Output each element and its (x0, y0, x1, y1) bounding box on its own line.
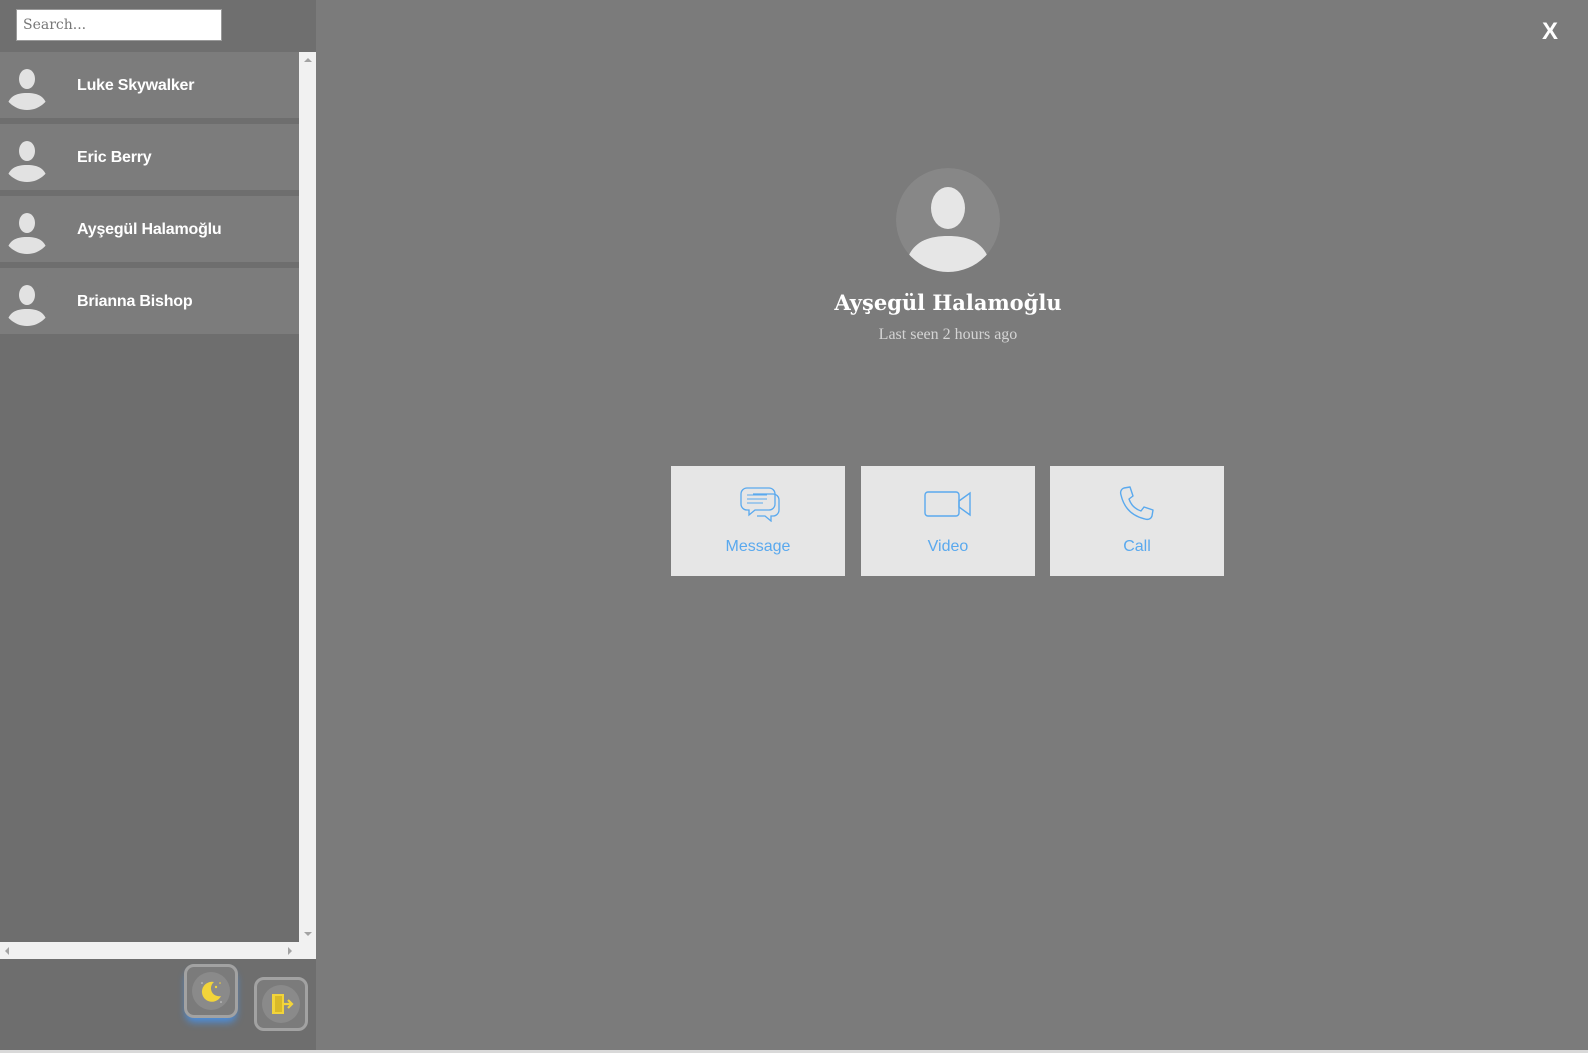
video-button-label: Video (927, 538, 969, 555)
avatar-icon (2, 60, 52, 110)
logout-button[interactable] (254, 977, 308, 1031)
theme-toggle-button[interactable] (184, 964, 238, 1018)
contact-list: Luke Skywalker Eric Berry Ayşegül Halamo… (0, 52, 303, 942)
theme-button-face (192, 972, 230, 1010)
message-button-label: Message (725, 538, 791, 555)
logout-button-face (262, 985, 300, 1023)
scroll-left-arrow-icon[interactable] (5, 947, 9, 955)
sidebar: Luke Skywalker Eric Berry (0, 0, 320, 1050)
contact-name: Luke Skywalker (77, 77, 195, 94)
profile-name: Ayşegül Halamoğlu (834, 290, 1062, 315)
message-button[interactable]: Message (671, 466, 845, 576)
phone-icon (1119, 486, 1154, 521)
contact-name: Brianna Bishop (77, 293, 193, 310)
contact-item[interactable]: Brianna Bishop (0, 268, 303, 334)
horizontal-scrollbar[interactable] (0, 942, 316, 959)
avatar-icon (2, 204, 52, 254)
profile-avatar-icon (896, 168, 1000, 272)
contact-detail-panel: X Ayşegül Halamoğlu Last seen 2 hours ag… (316, 0, 1588, 1050)
call-button[interactable]: Call (1050, 466, 1224, 576)
sidebar-footer (0, 959, 316, 1050)
contact-item[interactable]: Luke Skywalker (0, 52, 303, 118)
scroll-up-arrow-icon[interactable] (304, 58, 312, 62)
contact-name: Eric Berry (77, 149, 152, 166)
app-window: Luke Skywalker Eric Berry (0, 0, 1588, 1053)
profile-last-seen: Last seen 2 hours ago (878, 326, 1018, 343)
contact-item[interactable]: Eric Berry (0, 124, 303, 190)
search-bar (0, 0, 320, 52)
vertical-scrollbar[interactable] (299, 52, 316, 942)
scroll-down-arrow-icon[interactable] (304, 932, 312, 936)
search-input[interactable] (16, 9, 222, 41)
contact-item[interactable]: Ayşegül Halamoğlu (0, 196, 303, 262)
contact-name: Ayşegül Halamoğlu (77, 221, 222, 238)
close-button[interactable]: X (1542, 18, 1558, 46)
avatar-icon (2, 276, 52, 326)
call-button-label: Call (1123, 538, 1151, 555)
scroll-right-arrow-icon[interactable] (288, 947, 292, 955)
avatar-icon (2, 132, 52, 182)
moon-icon (201, 981, 222, 1003)
video-camera-icon (924, 491, 971, 517)
chat-bubbles-icon (740, 487, 780, 522)
video-button[interactable]: Video (861, 466, 1035, 576)
door-exit-icon (272, 994, 294, 1014)
